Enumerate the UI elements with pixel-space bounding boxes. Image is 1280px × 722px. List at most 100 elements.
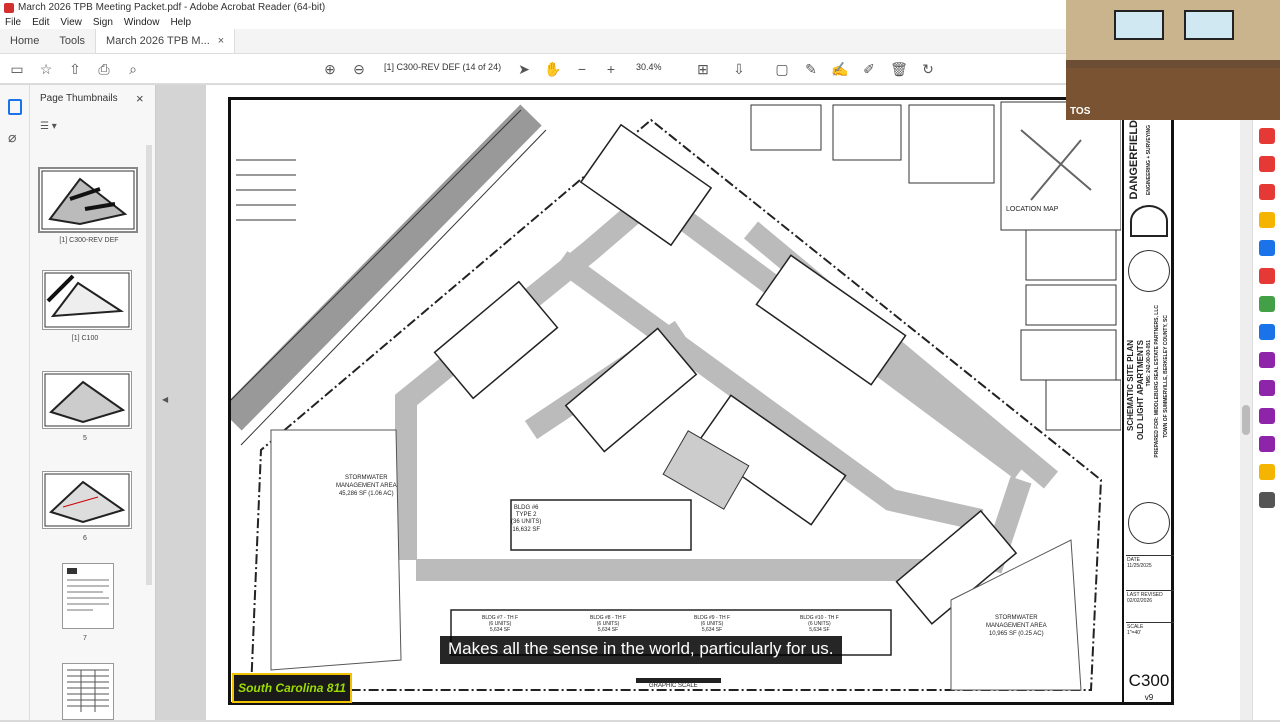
print-icon[interactable]: ⎙ — [95, 60, 113, 78]
stormwater-right-title: STORMWATER — [995, 615, 1038, 621]
tools-rail — [1252, 120, 1280, 720]
video-label: TOS — [1070, 106, 1091, 117]
zoom-field[interactable]: 30.4% — [636, 62, 662, 72]
star-icon[interactable]: ☆ — [37, 60, 55, 78]
thumbnail-page-5[interactable] — [62, 563, 114, 629]
zoom-out-icon[interactable]: − — [573, 60, 591, 78]
stormwater-right-label: STORMWATER MANAGEMENT AREA 10,965 SF (0.… — [986, 615, 1047, 638]
highlight-icon[interactable]: ✐ — [860, 60, 878, 78]
measure-icon[interactable] — [1259, 436, 1275, 452]
prev-page-icon[interactable]: ⊕ — [321, 60, 339, 78]
thumbnail-page-6[interactable] — [62, 663, 114, 720]
zoom-search-icon[interactable]: ⌕ — [124, 60, 142, 78]
left-navigation-strip: ⌀ — [0, 85, 30, 720]
document-margin: ◀ — [156, 85, 206, 720]
scan-icon[interactable] — [1259, 324, 1275, 340]
thumbnail-text-image — [67, 568, 109, 611]
attachment-icon[interactable]: ⌀ — [8, 129, 16, 146]
create-pdf-icon[interactable] — [1259, 156, 1275, 172]
zoom-in-icon[interactable]: + — [602, 60, 620, 78]
organize-icon[interactable] — [1259, 268, 1275, 284]
document-scrollbar[interactable] — [1240, 85, 1252, 720]
compress-icon[interactable] — [1259, 296, 1275, 312]
stamp-icon[interactable] — [1259, 464, 1275, 480]
menu-bar: File Edit View Sign Window Help — [0, 15, 1066, 29]
more-tools-icon[interactable] — [1259, 492, 1275, 508]
tab-bar: Home Tools March 2026 TPB M... × — [0, 29, 1066, 54]
comment-tool-icon[interactable] — [1259, 212, 1275, 228]
protect-icon[interactable] — [1259, 408, 1275, 424]
stormwater-left-title2: MANAGEMENT AREA — [336, 482, 397, 489]
thumbnail-plan-image — [41, 170, 135, 230]
thumbnails-scrollbar[interactable] — [146, 145, 152, 585]
stormwater-right-title2: MANAGEMENT AREA — [986, 622, 1047, 629]
thumbnail-label: [1] C300-REV DEF — [59, 237, 119, 244]
menu-sign[interactable]: Sign — [88, 17, 119, 28]
townhome-area: 5,634 SF — [809, 627, 830, 633]
video-overlay: TOS — [1066, 0, 1280, 120]
save-icon[interactable]: ▭ — [8, 60, 26, 78]
menu-help[interactable]: Help — [165, 17, 197, 28]
tab-tools[interactable]: Tools — [49, 29, 95, 53]
cursor-icon[interactable]: ➤ — [515, 60, 533, 78]
title-block: DANGERFIELD ENGINEERING + SURVEYING SCHE… — [1122, 100, 1174, 703]
sign-icon[interactable]: ✍ — [831, 60, 849, 78]
menu-window[interactable]: Window — [119, 17, 166, 28]
export-pdf-icon[interactable] — [1259, 128, 1275, 144]
options-menu-icon[interactable]: ☰ ▾ — [40, 121, 57, 132]
close-panel-icon[interactable]: × — [136, 91, 144, 106]
menu-file[interactable]: File — [0, 17, 27, 28]
site-plan-drawing — [231, 101, 1121, 691]
thumbnail-page-3[interactable] — [42, 371, 132, 429]
fill-sign-icon[interactable] — [1259, 352, 1275, 368]
caption-subtitle: Makes all the sense in the world, partic… — [440, 636, 842, 664]
thumbnail-page-4[interactable] — [42, 471, 132, 529]
hand-icon[interactable]: ✋ — [544, 60, 562, 78]
page-number-field[interactable]: [1] C300-REV DEF (14 of 24) — [384, 62, 501, 72]
sc811-logo: South Carolina 811 — [232, 673, 352, 703]
bldg-center-area: 16,632 SF — [512, 526, 541, 533]
delete-icon[interactable]: 🗑 — [890, 60, 908, 78]
project-prepared-for: PREPARED FOR: MIDDLEBURG REAL ESTATE PAR… — [1154, 305, 1160, 458]
thumbnail-page-2[interactable] — [42, 270, 132, 330]
townhome-label: BLDG #9 - TH F (6 UNITS) 5,634 SF — [694, 615, 730, 633]
thumbnail-label: 5 — [83, 435, 87, 442]
thumbnail-page-1[interactable] — [38, 167, 138, 233]
fit-page-icon[interactable]: ⊞ — [694, 60, 712, 78]
tab-home[interactable]: Home — [0, 29, 49, 53]
pen-icon[interactable]: ✎ — [802, 60, 820, 78]
revised-box: LAST REVISED 02/02/2026 — [1126, 590, 1174, 605]
comment-icon[interactable]: ▢ — [773, 60, 791, 78]
thumbnail-table-image — [67, 669, 109, 712]
request-sign-icon[interactable] — [1259, 380, 1275, 396]
townhome-label: BLDG #8 - TH F (6 UNITS) 5,634 SF — [590, 615, 626, 633]
tab-document[interactable]: March 2026 TPB M... × — [95, 29, 236, 53]
video-wall — [1066, 0, 1280, 60]
project-title: SCHEMATIC SITE PLAN — [1126, 340, 1135, 431]
menu-edit[interactable]: Edit — [27, 17, 55, 28]
bldg-center-name: BLDG #6 — [513, 505, 539, 511]
close-icon[interactable]: × — [218, 35, 224, 47]
scroll-mode-icon[interactable]: ⇩ — [730, 60, 748, 78]
pages-icon[interactable] — [8, 99, 22, 115]
stormwater-left-title: STORMWATER — [345, 475, 388, 481]
townhome-area: 5,634 SF — [701, 627, 723, 633]
stormwater-left-label: STORMWATER MANAGEMENT AREA 45,286 SF (1.… — [336, 475, 397, 498]
thumbnail-label: 7 — [83, 635, 87, 642]
thumbnails-header: Page Thumbnails × — [30, 85, 155, 111]
acrobat-icon — [4, 2, 14, 13]
window-title-bar: March 2026 TPB Meeting Packet.pdf - Adob… — [0, 0, 1066, 15]
townhome-area: 5,634 SF — [489, 627, 511, 633]
next-page-icon[interactable]: ⊖ — [350, 60, 368, 78]
upload-icon[interactable]: ⇧ — [66, 60, 84, 78]
revised-value: 02/02/2026 — [1127, 598, 1153, 604]
project-name: OLD LIGHT APARTMENTS — [1136, 340, 1145, 440]
collapse-panel-icon[interactable]: ◀ — [162, 395, 168, 404]
pdf-page[interactable]: BLDG #6 TYPE 2 (36 UNITS) 16,632 SF STOR… — [206, 85, 1240, 720]
scrollbar-thumb[interactable] — [1242, 405, 1250, 435]
combine-icon[interactable] — [1259, 240, 1275, 256]
menu-view[interactable]: View — [55, 17, 88, 28]
edit-pdf-icon[interactable] — [1259, 184, 1275, 200]
rotate-icon[interactable]: ↻ — [919, 60, 937, 78]
thumbnail-plan-image — [44, 473, 130, 527]
